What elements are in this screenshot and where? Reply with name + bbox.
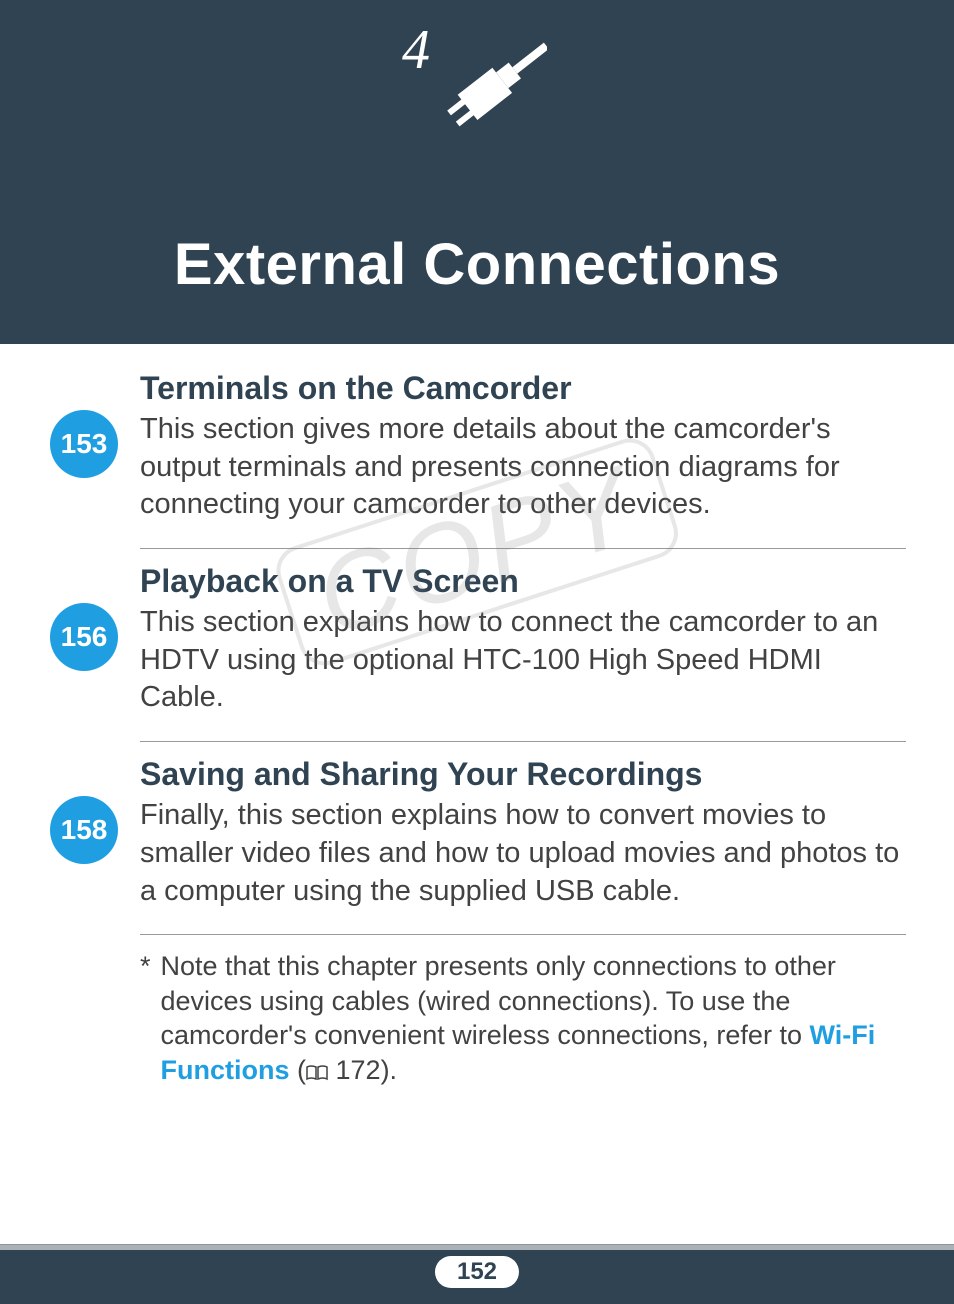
footnote-text: Note that this chapter presents only con… [161, 949, 906, 1087]
section-title: Saving and Sharing Your Recordings [140, 756, 906, 793]
footnote-row: * Note that this chapter presents only c… [48, 949, 906, 1087]
chapter-title: External Connections [0, 231, 954, 298]
page-number: 152 [435, 1256, 519, 1288]
section-title: Playback on a TV Screen [140, 563, 906, 600]
chapter-header: 4 External Connections [0, 0, 954, 344]
section-body: Finally, this section explains how to co… [140, 797, 906, 910]
footnote-ref-open: ( [290, 1055, 307, 1085]
toc-entry: 156 Playback on a TV Screen This section… [48, 563, 906, 727]
footnote-asterisk: * [140, 949, 151, 1087]
content-area: 153 Terminals on the Camcorder This sect… [0, 344, 954, 1088]
divider [140, 934, 906, 935]
footnote-before-link: Note that this chapter presents only con… [161, 951, 836, 1050]
section-body: This section explains how to connect the… [140, 604, 906, 717]
page-badge[interactable]: 156 [50, 603, 118, 671]
section-body: This section gives more details about th… [140, 411, 906, 524]
book-icon [306, 1058, 328, 1085]
footnote-ref-page: 172). [328, 1055, 397, 1085]
divider [140, 741, 906, 742]
toc-entry: 153 Terminals on the Camcorder This sect… [48, 370, 906, 534]
page-badge[interactable]: 153 [50, 410, 118, 478]
page-badge[interactable]: 158 [50, 796, 118, 864]
divider [140, 548, 906, 549]
toc-entry: 158 Saving and Sharing Your Recordings F… [48, 756, 906, 920]
cable-plug-icon [407, 40, 547, 165]
page-footer: 152 [0, 1234, 954, 1304]
section-title: Terminals on the Camcorder [140, 370, 906, 407]
